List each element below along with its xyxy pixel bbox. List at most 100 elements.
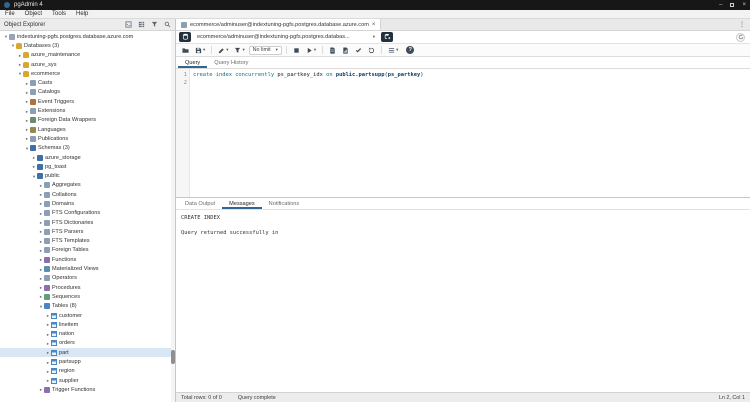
tree-item-region[interactable]: ▸ region — [0, 367, 175, 376]
tree-item-aggregates[interactable]: ▸ Aggregates — [0, 181, 175, 190]
view-data-icon[interactable] — [138, 21, 145, 28]
macros-button[interactable]: ▾ — [386, 45, 400, 55]
menu-file[interactable]: File — [5, 11, 15, 17]
tree-item-label: supplier — [59, 377, 79, 384]
tree-item-procedures[interactable]: ▸ Procedures — [0, 283, 175, 292]
tab-notifications[interactable]: Notifications — [262, 198, 306, 209]
stop-button[interactable] — [291, 45, 302, 55]
tab-query-history[interactable]: Query History — [207, 57, 255, 68]
tree-item-extensions[interactable]: ▸ Extensions — [0, 106, 175, 115]
fdw-icon — [30, 117, 36, 124]
query-tool-tab[interactable]: ecommerce/adminuser@indextuning-pgfs.pos… — [176, 19, 382, 30]
tree-item-label: Publications — [38, 135, 69, 142]
minimize-button[interactable]: – — [719, 0, 722, 10]
commit-button[interactable] — [353, 45, 364, 55]
tree-item-fts-dictionaries[interactable]: ▸ FTS Dictionaries — [0, 218, 175, 227]
open-file-button[interactable] — [180, 45, 191, 55]
tree-item-partsupp[interactable]: ▸ partsupp — [0, 357, 175, 366]
tree-item-pg-toast[interactable]: ▸ pg_toast — [0, 162, 175, 171]
execute-button[interactable]: ▾ — [304, 45, 318, 55]
tree-item-ecommerce[interactable]: ▾ ecommerce — [0, 69, 175, 78]
casts-icon — [30, 80, 36, 87]
edit-menu-caret-icon[interactable]: ▾ — [226, 47, 228, 53]
tree-item-catalogs[interactable]: ▸ Catalogs — [0, 88, 175, 97]
sidebar-scrollbar-thumb[interactable] — [171, 350, 175, 365]
tree-item-orders[interactable]: ▸ orders — [0, 339, 175, 348]
query-tool-icon[interactable] — [125, 21, 132, 28]
connection-select[interactable]: ecommerce/adminuser@indextuning-pgfs.pos… — [195, 32, 377, 42]
tree-item-part[interactable]: ▸ part — [0, 348, 175, 358]
filter-button[interactable]: ▾ — [232, 45, 246, 55]
tree-item-public[interactable]: ▾ public — [0, 171, 175, 180]
tree-item-tables-8[interactable]: ▾ Tables (8) — [0, 302, 175, 311]
table-icon — [51, 359, 57, 366]
tree-item-indextuning-pgfs-postgres-database-azure-com[interactable]: ▾ indextuning-pgfs.postgres.database.azur… — [0, 32, 175, 41]
tree-item-operators[interactable]: ▸ Operators — [0, 274, 175, 283]
execute-options-caret-icon[interactable]: ▾ — [314, 47, 316, 53]
filter-menu-caret-icon[interactable]: ▾ — [242, 47, 244, 53]
tree-item-databases-3[interactable]: ▾ Databases (3) — [0, 41, 175, 50]
tree-item-supplier[interactable]: ▸ supplier — [0, 376, 175, 385]
tree-item-nation[interactable]: ▸ nation — [0, 330, 175, 339]
tree-item-fts-parsers[interactable]: ▸ FTS Parsers — [0, 227, 175, 236]
tree-item-trigger-functions[interactable]: ▸ Trigger Functions — [0, 385, 175, 394]
search-objects-icon[interactable] — [164, 21, 171, 28]
tree-item-label: Databases (3) — [24, 42, 60, 49]
tab-data-output[interactable]: Data Output — [178, 198, 222, 209]
tree-item-fts-configurations[interactable]: ▸ FTS Configurations — [0, 209, 175, 218]
tree-item-collations[interactable]: ▸ Collations — [0, 190, 175, 199]
tree-item-azure-storage[interactable]: ▸ azure_storage — [0, 153, 175, 162]
tree-item-label: Sequences — [52, 293, 80, 300]
maximize-button[interactable] — [730, 3, 735, 7]
tree-item-functions[interactable]: ▸ Functions — [0, 255, 175, 264]
menu-tools[interactable]: Tools — [52, 11, 66, 17]
limit-value: No limit — [252, 47, 271, 53]
save-button[interactable]: ▾ — [193, 45, 207, 55]
query-status-label: Query complete — [237, 394, 276, 401]
tree-item-languages[interactable]: ▸ Languages — [0, 125, 175, 134]
new-connection-button[interactable] — [381, 32, 393, 42]
edit-button[interactable]: ▾ — [216, 45, 230, 55]
tree-item-schemas-3[interactable]: ▾ Schemas (3) — [0, 144, 175, 153]
tree-item-label: lineitem — [59, 321, 79, 328]
table-icon — [51, 349, 57, 356]
explain-analyze-button[interactable] — [340, 45, 351, 55]
tree-item-casts[interactable]: ▸ Casts — [0, 78, 175, 87]
help-button[interactable]: ? — [406, 46, 415, 54]
tree-item-sequences[interactable]: ▸ Sequences — [0, 292, 175, 301]
connection-status-button[interactable] — [179, 32, 191, 42]
tree-item-fts-templates[interactable]: ▸ FTS Templates — [0, 237, 175, 246]
tree-item-materialized-views[interactable]: ▸ Materialized Views — [0, 264, 175, 273]
tab-close-icon[interactable]: × — [372, 22, 376, 28]
sql-editor[interactable]: 1 2 create index concurrently ps_partkey… — [176, 69, 750, 197]
tabbar-overflow-menu-icon[interactable]: ⋮ — [734, 19, 750, 30]
macros-caret-icon[interactable]: ▾ — [396, 47, 398, 53]
refresh-button[interactable] — [736, 32, 745, 42]
operators-icon — [44, 275, 50, 282]
tree-item-publications[interactable]: ▸ Publications — [0, 134, 175, 143]
tree-item-customer[interactable]: ▸ customer — [0, 311, 175, 320]
code-area[interactable]: create index concurrently ps_partkey_idx… — [190, 69, 750, 197]
rollback-button[interactable] — [366, 45, 377, 55]
explain-button[interactable] — [327, 45, 338, 55]
tree-item-foreign-tables[interactable]: ▸ Foreign Tables — [0, 246, 175, 255]
sidebar-scrollbar[interactable] — [171, 31, 175, 402]
limit-select[interactable]: No limit ▾ — [248, 45, 282, 55]
statusbar: Total rows: 0 of 0 Query complete Ln 2, … — [176, 392, 750, 402]
tree-item-label: azure_sys — [31, 61, 57, 68]
menu-help[interactable]: Help — [76, 11, 88, 17]
tab-messages[interactable]: Messages — [222, 198, 262, 209]
tab-query[interactable]: Query — [178, 57, 207, 68]
tree-item-foreign-data-wrappers[interactable]: ▸ Foreign Data Wrappers — [0, 116, 175, 125]
tree-item-domains[interactable]: ▸ Domains — [0, 199, 175, 208]
tree-item-azure-maintenance[interactable]: ▸ azure_maintenance — [0, 51, 175, 60]
close-button[interactable]: × — [742, 0, 746, 10]
tree-item-event-triggers[interactable]: ▸ Event Triggers — [0, 97, 175, 106]
save-menu-caret-icon[interactable]: ▾ — [203, 47, 205, 53]
menu-object[interactable]: Object — [25, 11, 42, 17]
tree-item-lineitem[interactable]: ▸ lineitem — [0, 320, 175, 329]
table-icon — [51, 331, 57, 338]
titlebar: pgAdmin 4 – × — [0, 0, 750, 10]
tree-item-azure-sys[interactable]: ▸ azure_sys — [0, 60, 175, 69]
filtered-rows-icon[interactable] — [151, 21, 158, 28]
